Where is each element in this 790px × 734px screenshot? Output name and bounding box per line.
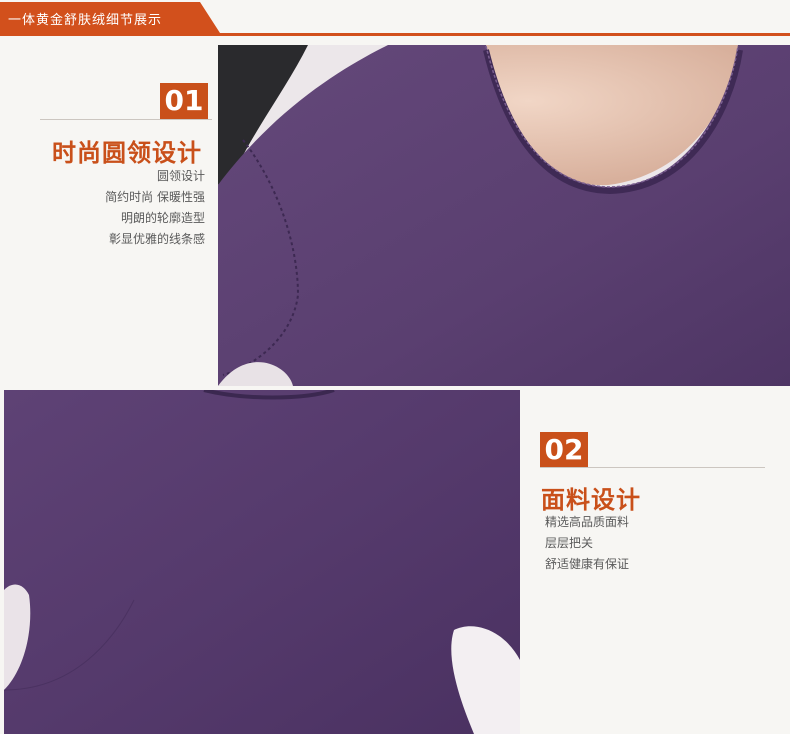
collar-detail-photo — [218, 45, 790, 386]
header-banner: 一体黄金舒肤绒细节展示 — [0, 0, 790, 36]
section1-line: 圆领设计 — [156, 169, 205, 183]
section2-number: 02 — [540, 432, 588, 468]
section1-divider — [40, 119, 212, 120]
section2-line: 舒适健康有保证 — [545, 557, 630, 571]
section1-description: 圆领设计 简约时尚 保暖性强 明朗的轮廓造型 彰显优雅的线条感 — [105, 166, 205, 250]
fabric-detail-photo — [4, 390, 520, 734]
section2-line: 层层把关 — [545, 536, 594, 550]
section1-number: 01 — [160, 83, 208, 119]
section2-description: 精选高品质面料 层层把关 舒适健康有保证 — [545, 512, 629, 575]
section2-title: 面料设计 — [541, 486, 641, 514]
section1-line: 简约时尚 保暖性强 — [105, 190, 205, 204]
section2-divider — [540, 467, 765, 468]
header-title: 一体黄金舒肤绒细节展示 — [8, 13, 163, 28]
section2-line: 精选高品质面料 — [545, 515, 630, 529]
section1-line: 彰显优雅的线条感 — [108, 232, 205, 246]
header-underline — [0, 33, 790, 36]
section1-title: 时尚圆领设计 — [52, 139, 202, 167]
section1-line: 明朗的轮廓造型 — [120, 211, 205, 225]
